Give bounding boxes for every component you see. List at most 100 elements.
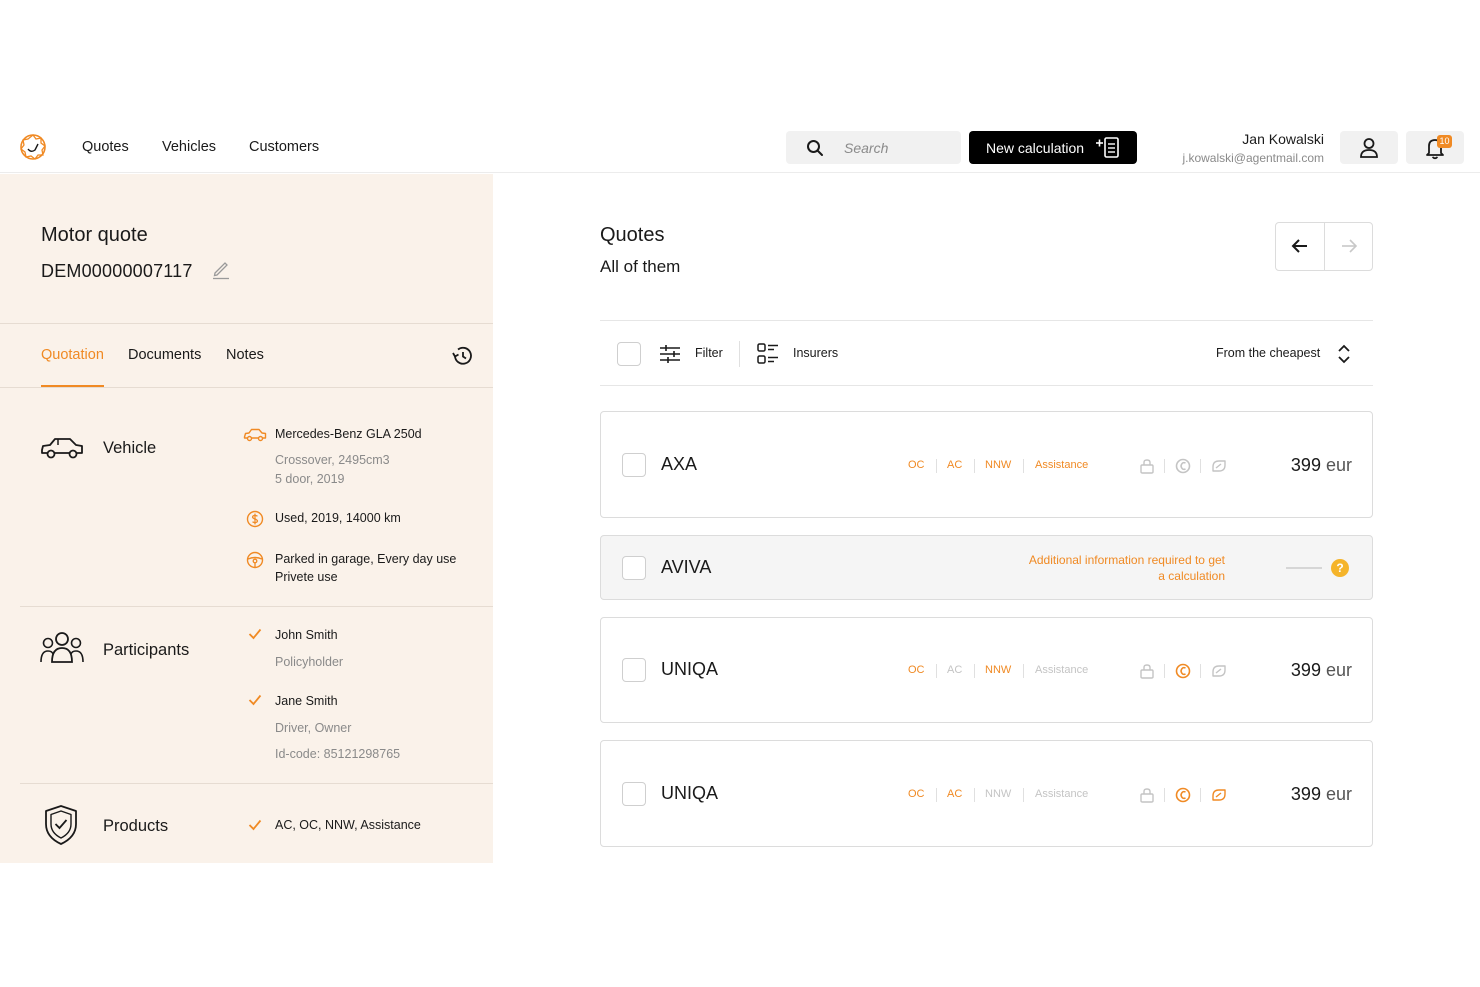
arrow-left-icon: [1291, 239, 1307, 253]
divider: [1023, 664, 1024, 678]
participant-name: Jane Smith: [275, 694, 338, 708]
quote-card[interactable]: UNIQA OC AC NNW Assistance 399 eur: [600, 617, 1373, 723]
logo-icon[interactable]: [18, 132, 48, 162]
pagination: [1275, 222, 1373, 271]
list-check-icon[interactable]: [757, 342, 779, 366]
lock-icon: [1139, 458, 1155, 479]
divider: [600, 385, 1373, 386]
coin-icon: [1175, 787, 1191, 808]
lock-icon: [1139, 787, 1155, 808]
quote-checkbox[interactable]: [622, 782, 646, 806]
quote-checkbox[interactable]: [622, 453, 646, 477]
sort-chevron-icon[interactable]: [1337, 343, 1351, 365]
leaf-icon: [1211, 663, 1227, 684]
coverage-tag: NNW: [985, 664, 1012, 676]
profile-button[interactable]: [1340, 131, 1398, 164]
divider: [600, 320, 1373, 321]
tab-quotation[interactable]: Quotation: [41, 347, 104, 363]
new-calculation-label: New calculation: [986, 140, 1085, 156]
quote-checkbox[interactable]: [622, 658, 646, 682]
coverage-tag: Assistance: [1035, 788, 1089, 800]
check-icon: [248, 694, 262, 706]
divider: [0, 323, 493, 324]
quote-details-panel: Motor quote DEM00000007117 Quotation Doc…: [0, 174, 493, 863]
divider: [974, 664, 975, 678]
price-unit: eur: [1325, 660, 1352, 680]
participants-icon: [40, 632, 84, 663]
info-message-line: Additional information required to get: [1028, 553, 1225, 567]
quote-card[interactable]: AVIVA Additional information required to …: [600, 535, 1373, 600]
participant-id-code: Id-code: 85121298765: [275, 747, 401, 761]
next-button[interactable]: [1325, 223, 1373, 270]
quote-checkbox[interactable]: [622, 556, 646, 580]
vehicle-usage: Privete use: [275, 570, 338, 584]
insurer-name: AXA: [661, 454, 698, 474]
nav-quotes[interactable]: Quotes: [82, 139, 129, 155]
divider: [1164, 459, 1165, 473]
coverage-tag: NNW: [985, 788, 1012, 800]
previous-button[interactable]: [1276, 223, 1324, 270]
steering-wheel-icon: [246, 551, 264, 569]
tab-documents[interactable]: Documents: [128, 347, 201, 363]
new-calculation-button[interactable]: New calculation: [969, 131, 1137, 164]
notification-count-badge: 10: [1437, 135, 1452, 148]
divider: [974, 788, 975, 802]
car-small-icon: [243, 428, 267, 442]
quote-price: 399 eur: [1291, 455, 1352, 476]
top-bar: Quotes Vehicles Customers Search New cal…: [0, 120, 1480, 173]
add-document-icon: [1096, 137, 1119, 158]
filter-icon[interactable]: [659, 344, 681, 364]
dollar-icon: [246, 510, 264, 528]
divider: [936, 788, 937, 802]
insurer-name: UNIQA: [661, 659, 719, 679]
price-value: 399: [1290, 784, 1321, 804]
edit-icon[interactable]: [210, 258, 232, 280]
insurer-name: AVIVA: [661, 557, 712, 577]
quotes-title: Quotes: [600, 224, 665, 246]
products-section-label: Products: [103, 817, 169, 835]
sort-select[interactable]: From the cheapest: [1216, 346, 1320, 360]
help-icon[interactable]: ?: [1331, 559, 1349, 577]
products-value: AC, OC, NNW, Assistance: [275, 818, 421, 832]
divider: [20, 606, 493, 607]
notifications-button[interactable]: 10: [1406, 131, 1464, 164]
coverage-tag: AC: [947, 788, 963, 800]
participant-role: Driver, Owner: [275, 721, 352, 735]
nav-vehicles[interactable]: Vehicles: [162, 139, 216, 155]
coverage-tag: Assistance: [1035, 664, 1089, 676]
participant-role: Policyholder: [275, 655, 344, 669]
coin-icon: [1175, 663, 1191, 684]
quote-price: 399 eur: [1291, 784, 1352, 805]
insurers-button[interactable]: Insurers: [793, 346, 838, 360]
info-message-line: a calculation: [1158, 569, 1225, 583]
filter-button[interactable]: Filter: [695, 346, 723, 360]
user-email: j.kowalski@agentmail.com: [1182, 151, 1324, 165]
tab-notes[interactable]: Notes: [226, 347, 264, 363]
lock-icon: [1139, 663, 1155, 684]
coverage-tag: OC: [908, 459, 925, 471]
history-icon[interactable]: [450, 344, 476, 368]
divider: [936, 459, 937, 473]
coverage-tag: AC: [947, 664, 963, 676]
quote-card[interactable]: UNIQA OC AC NNW Assistance 399 eur: [600, 740, 1373, 847]
nav-customers[interactable]: Customers: [249, 139, 319, 155]
quotes-subtitle: All of them: [600, 257, 681, 276]
coverage-tag: OC: [908, 664, 925, 676]
divider: [1200, 459, 1201, 473]
price-unit: eur: [1325, 784, 1352, 804]
leaf-icon: [1211, 787, 1227, 808]
search-input[interactable]: Search: [786, 131, 961, 164]
check-icon: [248, 628, 262, 640]
quote-title: Motor quote: [41, 224, 148, 246]
divider: [1200, 788, 1201, 802]
divider: [0, 387, 493, 388]
vehicle-condition: Used, 2019, 14000 km: [275, 511, 401, 525]
search-icon: [807, 140, 823, 156]
vehicle-model: Mercedes-Benz GLA 250d: [275, 427, 422, 441]
participant-name: John Smith: [275, 628, 338, 642]
divider: [1023, 788, 1024, 802]
select-all-checkbox[interactable]: [617, 342, 641, 366]
search-placeholder: Search: [844, 140, 889, 156]
vehicle-spec: 5 door, 2019: [275, 472, 345, 486]
quote-card[interactable]: AXA OC AC NNW Assistance 399 eur: [600, 411, 1373, 518]
